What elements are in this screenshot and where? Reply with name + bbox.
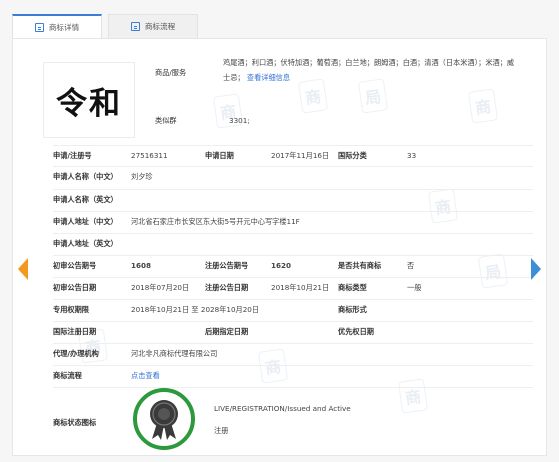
exclusive-period-label: 专用权期限 bbox=[53, 305, 89, 314]
similar-group-label: 类似群 bbox=[155, 116, 177, 125]
trademark-detail-page: 商标详情 商标流程 商 商 局 商 商 局 商 商 商 令和 商品/服务 鸡尾酒… bbox=[0, 0, 559, 462]
row-divider bbox=[53, 343, 533, 344]
watermark: 商 bbox=[467, 88, 499, 124]
reg-no-value: 27516311 bbox=[131, 151, 168, 160]
priority-date-label: 优先权日期 bbox=[338, 327, 374, 336]
prelim-no-label: 初审公告期号 bbox=[53, 261, 97, 270]
applicant-en-label: 申请人名称（英文） bbox=[53, 195, 118, 204]
flow-label: 商标流程 bbox=[53, 371, 82, 380]
next-arrow-icon[interactable] bbox=[531, 258, 541, 280]
address-cn-value: 河北省石家庄市长安区东大街5号开元中心写字楼11F bbox=[131, 217, 300, 226]
apply-date-value: 2017年11月16日 bbox=[271, 151, 330, 160]
address-cn-label: 申请人地址（中文） bbox=[53, 217, 118, 226]
tab-bar: 商标详情 商标流程 bbox=[12, 14, 198, 38]
tab-label: 商标流程 bbox=[144, 22, 176, 31]
row-divider bbox=[53, 299, 533, 300]
reg-pub-no-value: 1620 bbox=[271, 261, 292, 270]
flow-view-link[interactable]: 点击查看 bbox=[131, 371, 160, 381]
later-date-label: 后期指定日期 bbox=[205, 327, 249, 336]
applicant-cn-label: 申请人名称（中文） bbox=[53, 172, 118, 181]
row-divider bbox=[53, 211, 533, 212]
tab-trademark-details[interactable]: 商标详情 bbox=[12, 14, 102, 38]
reg-no-label: 申请/注册号 bbox=[53, 151, 92, 160]
award-ribbon-icon bbox=[150, 400, 178, 440]
reg-pub-date-value: 2018年10月21日 bbox=[271, 283, 330, 292]
row-divider bbox=[53, 365, 533, 366]
row-divider bbox=[53, 189, 533, 190]
status-cn-text: 注册 bbox=[214, 426, 229, 435]
agent-label: 代理/办理机构 bbox=[53, 349, 99, 358]
tab-trademark-process[interactable]: 商标流程 bbox=[108, 14, 198, 38]
row-divider bbox=[53, 277, 533, 278]
watermark: 商 bbox=[397, 378, 429, 414]
goods-value-block: 鸡尾酒；利口酒；伏特加酒；葡萄酒；白兰地；朗姆酒；白酒；清酒（日本米酒）；米酒；… bbox=[223, 55, 518, 85]
exclusive-period-value: 2018年10月21日 至 2028年10月20日 bbox=[131, 305, 260, 314]
status-icon-label: 商标状态图标 bbox=[53, 418, 97, 427]
watermark: 商 bbox=[427, 188, 459, 224]
row-divider bbox=[53, 255, 533, 256]
address-en-label: 申请人地址（英文） bbox=[53, 239, 118, 248]
row-divider bbox=[53, 166, 533, 167]
document-icon bbox=[34, 22, 44, 32]
prelim-no-value: 1608 bbox=[131, 261, 152, 270]
reg-pub-date-label: 注册公告日期 bbox=[205, 283, 249, 292]
reg-pub-no-label: 注册公告期号 bbox=[205, 261, 249, 270]
prelim-date-label: 初审公告日期 bbox=[53, 283, 97, 292]
applicant-cn-value: 刘夕珍 bbox=[131, 172, 153, 181]
watermark: 局 bbox=[477, 253, 509, 289]
row-divider bbox=[53, 387, 533, 388]
watermark: 商 bbox=[257, 348, 289, 384]
tm-type-value: 一般 bbox=[407, 283, 422, 292]
intl-class-label: 国际分类 bbox=[338, 151, 367, 160]
row-divider bbox=[53, 233, 533, 234]
prelim-date-value: 2018年07月20日 bbox=[131, 283, 190, 292]
tm-form-label: 商标形式 bbox=[338, 305, 367, 314]
status-en-text: LIVE/REGISTRATION/Issued and Active bbox=[214, 404, 351, 413]
document-icon bbox=[130, 22, 140, 31]
apply-date-label: 申请日期 bbox=[205, 151, 234, 160]
status-badge bbox=[133, 388, 195, 450]
shared-label: 是否共有商标 bbox=[338, 261, 382, 270]
shared-value: 否 bbox=[407, 261, 415, 270]
similar-group-value: 3301; bbox=[229, 116, 250, 125]
agent-value: 河北非凡商标代理有限公司 bbox=[131, 349, 218, 358]
intl-reg-date-label: 国际注册日期 bbox=[53, 327, 97, 336]
goods-label: 商品/服务 bbox=[155, 68, 187, 77]
goods-detail-link[interactable]: 查看详细信息 bbox=[247, 73, 290, 82]
previous-arrow-icon[interactable] bbox=[18, 258, 28, 280]
row-divider bbox=[53, 145, 533, 146]
intl-class-value: 33 bbox=[407, 151, 417, 160]
row-divider bbox=[53, 321, 533, 322]
trademark-mark-text: 令和 bbox=[56, 85, 122, 122]
tm-type-label: 商标类型 bbox=[338, 283, 367, 292]
trademark-image: 令和 bbox=[43, 62, 135, 138]
tab-label: 商标详情 bbox=[48, 22, 80, 32]
